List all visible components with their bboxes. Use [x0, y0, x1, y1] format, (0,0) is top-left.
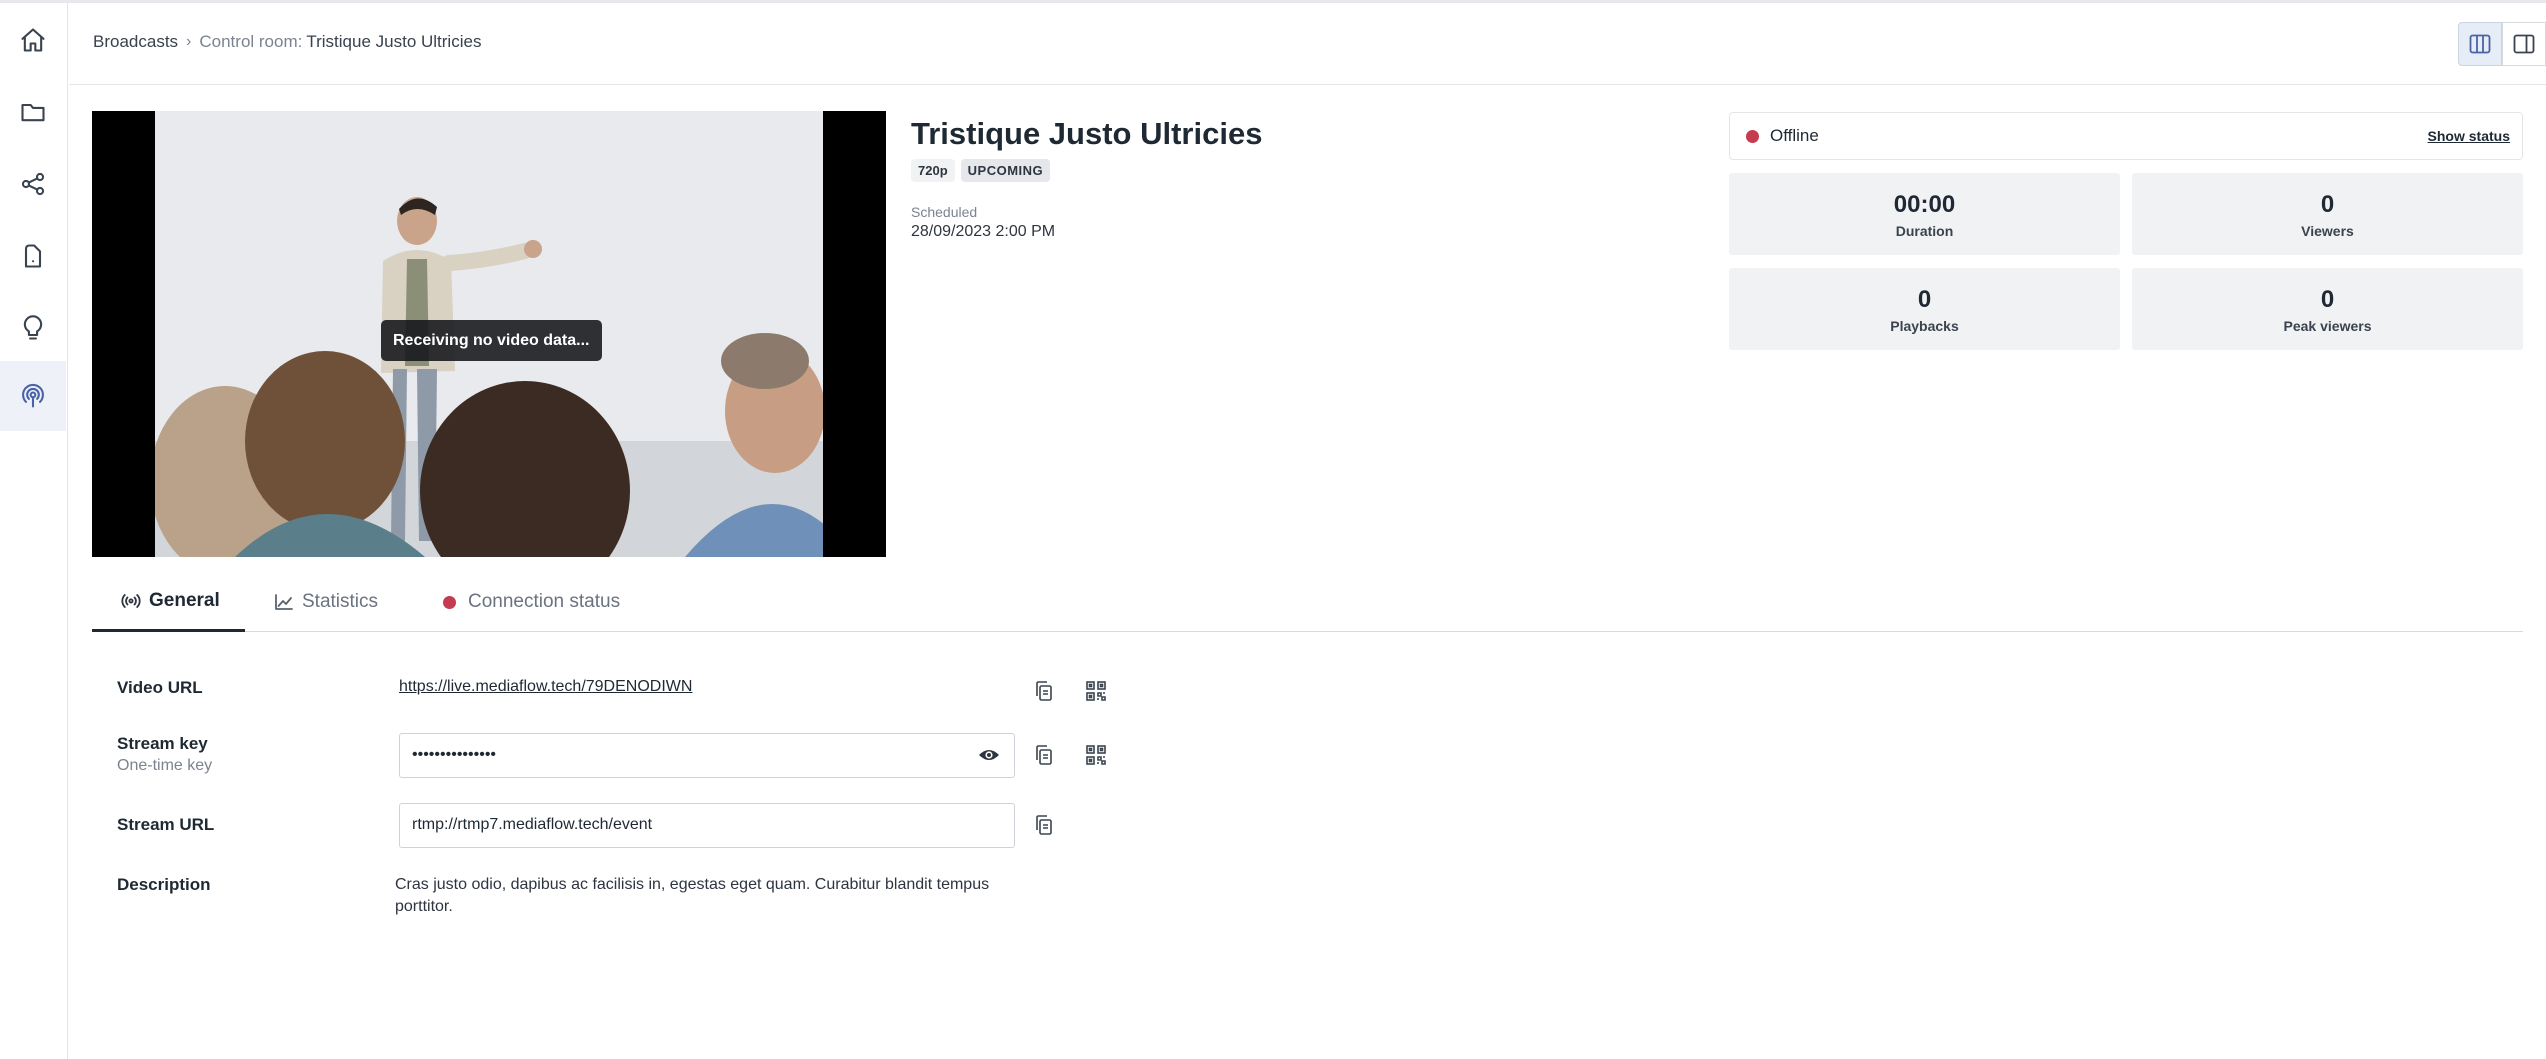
breadcrumb-broadcasts-link[interactable]: Broadcasts [93, 32, 178, 52]
stream-key-qr-button[interactable] [1083, 742, 1109, 768]
breadcrumb-prefix: Control room: [199, 32, 303, 51]
duration-label: Duration [1895, 223, 1954, 239]
connection-status-dot [443, 595, 456, 609]
mobile-device-icon [24, 244, 42, 268]
stream-url-field [399, 803, 1015, 848]
resolution-badge: 720p [911, 159, 955, 182]
eye-icon[interactable] [978, 746, 1000, 764]
stream-url-label: Stream URL [117, 815, 215, 834]
stream-key-input[interactable] [412, 734, 972, 776]
tab-general-label: General [149, 589, 220, 611]
video-url-qr-button[interactable] [1083, 678, 1109, 704]
broadcast-icon [22, 383, 44, 408]
playbacks-value: 0 [1917, 286, 1932, 313]
share-icon [21, 172, 45, 196]
state-badge: UPCOMING [960, 159, 1051, 182]
breadcrumb: Broadcasts › Control room: Tristique Jus… [93, 32, 481, 52]
copy-video-url-button[interactable] [1031, 678, 1057, 704]
copy-icon [1036, 815, 1052, 835]
sidebar-layout-icon [2513, 34, 2535, 54]
page-header: Broadcasts › Control room: Tristique Jus… [69, 3, 2546, 85]
stream-key-field [399, 733, 1015, 778]
video-url-link[interactable]: https://live.mediaflow.tech/79DENODIWN [399, 678, 692, 696]
nav-broadcasts-button[interactable] [0, 361, 66, 431]
tab-statistics-label: Statistics [302, 591, 379, 612]
layout-toggle [2458, 22, 2546, 66]
broadcast-signal-icon [121, 593, 141, 608]
broadcast-title: Tristique Justo Ultricies [911, 116, 1263, 151]
status-indicator-dot [1746, 130, 1759, 143]
description-label: Description [117, 875, 211, 894]
nav-ideas-button[interactable] [0, 293, 66, 363]
show-status-link[interactable]: Show status [2428, 128, 2510, 144]
columns-layout-icon [2469, 34, 2491, 54]
playbacks-label: Playbacks [1890, 318, 1959, 334]
layout-columns-button[interactable] [2458, 22, 2502, 66]
nav-device-button[interactable] [0, 221, 66, 291]
status-text: Offline [1770, 126, 1819, 145]
peak-viewers-card: 0 Peak viewers [2132, 268, 2523, 350]
scheduled-value: 28/09/2023 2:00 PM [911, 223, 1056, 240]
badge-group: 720p UPCOMING [911, 159, 1051, 182]
copy-stream-url-button[interactable] [1031, 812, 1057, 838]
nav-folder-button[interactable] [0, 77, 66, 147]
tab-connection-status[interactable]: Connection status [443, 572, 620, 632]
folder-icon [21, 103, 45, 122]
stream-key-label: Stream key [117, 734, 208, 753]
nav-share-button[interactable] [0, 149, 66, 219]
tab-connection-label: Connection status [468, 591, 621, 612]
stream-url-input[interactable] [412, 804, 972, 846]
lightbulb-icon [23, 315, 43, 340]
playbacks-card: 0 Playbacks [1729, 268, 2120, 350]
viewers-card: 0 Viewers [2132, 173, 2523, 255]
peak-viewers-value: 0 [2320, 286, 2335, 313]
tab-bar: General Statistics Connection status [92, 572, 2523, 632]
chevron-right-icon: › [186, 33, 192, 50]
video-url-label: Video URL [117, 678, 203, 697]
duration-card: 00:00 Duration [1729, 173, 2120, 255]
scheduled-label: Scheduled [911, 204, 978, 220]
left-nav-rail [0, 3, 68, 1059]
line-chart-icon [275, 594, 293, 610]
copy-stream-key-button[interactable] [1031, 742, 1057, 768]
nav-home-button[interactable] [0, 5, 66, 75]
no-video-data-overlay: Receiving no video data... [381, 320, 602, 361]
status-bar: Offline Show status [1729, 112, 2523, 160]
breadcrumb-current: Tristique Justo Ultricies [306, 32, 482, 51]
stream-key-sublabel: One-time key [117, 757, 213, 774]
viewers-label: Viewers [2301, 223, 2354, 239]
description-text: Cras justo odio, dapibus ac facilisis in… [395, 876, 990, 915]
peak-viewers-label: Peak viewers [2283, 318, 2372, 334]
tab-general[interactable]: General [92, 572, 245, 632]
qr-code-icon [1086, 681, 1106, 701]
copy-icon [1036, 681, 1052, 701]
video-preview[interactable]: Receiving no video data... [92, 111, 886, 557]
qr-code-icon [1086, 745, 1106, 765]
layout-sidebar-button[interactable] [2502, 22, 2546, 66]
home-icon [21, 28, 45, 52]
duration-value: 00:00 [1893, 191, 1956, 218]
viewers-value: 0 [2320, 191, 2335, 218]
copy-icon [1036, 745, 1052, 765]
tab-statistics[interactable]: Statistics [274, 572, 378, 632]
